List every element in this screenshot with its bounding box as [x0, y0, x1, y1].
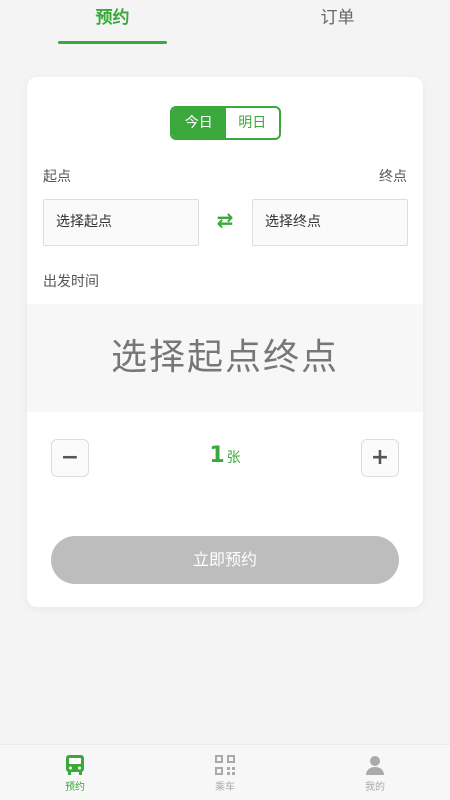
nav-booking-label: 预约	[65, 782, 85, 793]
bottom-nav: 预约 乘车 我的	[0, 744, 450, 800]
to-location-field[interactable]: 选择终点	[252, 199, 408, 246]
tab-orders[interactable]: 订单	[225, 0, 450, 44]
from-label: 起点	[43, 169, 71, 185]
nav-booking[interactable]: 预约	[0, 745, 150, 800]
book-now-button[interactable]: 立即预约	[51, 536, 399, 584]
from-location-field[interactable]: 选择起点	[43, 199, 199, 246]
departure-time-label: 出发时间	[43, 274, 99, 290]
today-option[interactable]: 今日	[172, 108, 226, 138]
booking-card: 今日 明日 起点 终点 选择起点 ⇄ 选择终点 出发时间 选择起点终点 − 1张…	[27, 77, 423, 607]
increase-button[interactable]: +	[361, 439, 399, 477]
tab-booking[interactable]: 预约	[0, 0, 225, 44]
swap-icon[interactable]: ⇄	[213, 208, 237, 232]
tomorrow-option[interactable]: 明日	[226, 108, 280, 138]
nav-ride[interactable]: 乘车	[150, 745, 300, 800]
nav-profile[interactable]: 我的	[300, 745, 450, 800]
nav-profile-label: 我的	[365, 782, 385, 793]
ticket-unit: 张	[226, 450, 241, 466]
day-toggle: 今日 明日	[170, 106, 281, 140]
user-icon	[363, 753, 387, 777]
qr-code-icon	[213, 753, 237, 777]
bus-icon	[63, 753, 87, 777]
top-tabs: 预约 订单	[0, 0, 450, 44]
to-label: 终点	[379, 169, 407, 185]
departure-time-picker[interactable]: 选择起点终点	[27, 304, 423, 412]
ticket-count: 1	[209, 443, 225, 468]
nav-ride-label: 乘车	[215, 782, 235, 793]
